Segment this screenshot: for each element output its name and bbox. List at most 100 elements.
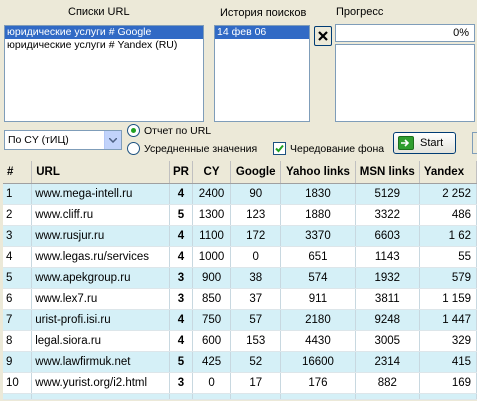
table-cell: 169 bbox=[419, 372, 477, 394]
table-cell: www.apekgroup.ru bbox=[31, 267, 171, 289]
table-cell: 4 bbox=[169, 246, 193, 268]
table-cell: 38 bbox=[230, 267, 282, 289]
url-list-item[interactable]: юридические услуги # Yandex (RU) bbox=[5, 39, 203, 52]
chevron-down-icon[interactable] bbox=[104, 131, 121, 149]
url-lists-listbox[interactable]: юридические услуги # Google юридические … bbox=[4, 25, 204, 122]
table-cell: 1 159 bbox=[419, 288, 477, 310]
table-cell: 2400 bbox=[192, 183, 232, 205]
url-list-item[interactable]: юридические услуги # Google bbox=[5, 26, 203, 39]
table-row[interactable]: 2 www.cliff.ru 5 1300 123 1880 3322 486 bbox=[3, 204, 477, 226]
alternating-background-checkbox[interactable]: Чередование фона bbox=[273, 142, 384, 155]
results-grid: # URL PR CY Google Yahoo links MSN links… bbox=[3, 161, 477, 400]
radio-checked-icon bbox=[127, 124, 140, 137]
table-cell: 52 bbox=[230, 351, 282, 373]
table-row[interactable]: 9 www.lawfirmuk.net 5 425 52 16600 2314 415 bbox=[3, 351, 477, 373]
table-cell: 1 447 bbox=[419, 309, 477, 331]
column-header[interactable]: CY bbox=[192, 161, 232, 184]
table-cell: 651 bbox=[280, 246, 356, 268]
column-header[interactable]: Google bbox=[230, 161, 282, 184]
table-cell bbox=[230, 393, 282, 400]
table-cell: 6603 bbox=[355, 225, 420, 247]
table-row[interactable]: 10 www.yurist.org/i2.html 3 0 17 176 882 169 bbox=[3, 372, 477, 394]
table-cell: 10 bbox=[3, 372, 33, 394]
table-cell: 486 bbox=[419, 204, 477, 226]
progress-bar: 0% bbox=[335, 24, 475, 42]
close-icon bbox=[318, 31, 328, 41]
results-grid-container[interactable]: # URL PR CY Google Yahoo links MSN links… bbox=[3, 161, 477, 401]
delete-history-button[interactable] bbox=[314, 26, 332, 46]
table-cell: www.lex7.ru bbox=[31, 288, 171, 310]
table-cell: 5 bbox=[3, 267, 33, 289]
table-cell bbox=[31, 393, 171, 400]
table-cell: 3 bbox=[3, 225, 33, 247]
table-cell: 1000 bbox=[192, 246, 232, 268]
table-cell: 3322 bbox=[355, 204, 420, 226]
table-cell: 1830 bbox=[280, 183, 356, 205]
table-cell bbox=[280, 393, 356, 400]
table-cell: 1 bbox=[3, 183, 33, 205]
progress-label: Прогресс bbox=[336, 6, 384, 18]
table-cell: 4 bbox=[169, 183, 193, 205]
table-cell: 3005 bbox=[355, 330, 420, 352]
table-cell: www.legas.ru/services bbox=[31, 246, 171, 268]
history-label: История поисков bbox=[220, 7, 307, 19]
table-cell: 17 bbox=[230, 372, 282, 394]
table-cell: 3811 bbox=[355, 288, 420, 310]
table-row[interactable]: 7 urist-profi.isi.ru 4 750 57 2180 9248 1 447 bbox=[3, 309, 477, 331]
column-header[interactable]: URL bbox=[31, 161, 171, 184]
table-cell: 579 bbox=[419, 267, 477, 289]
table-cell: 9 bbox=[3, 351, 33, 373]
start-button[interactable]: Start bbox=[393, 132, 456, 154]
table-cell: legal.siora.ru bbox=[31, 330, 171, 352]
table-cell: 2314 bbox=[355, 351, 420, 373]
table-row[interactable]: 8 legal.siora.ru 4 600 153 4430 3005 329 bbox=[3, 330, 477, 352]
table-cell bbox=[355, 393, 420, 400]
table-cell: 5129 bbox=[355, 183, 420, 205]
table-cell: 415 bbox=[419, 351, 477, 373]
table-cell bbox=[169, 393, 193, 400]
table-cell: www.rusjur.ru bbox=[31, 225, 171, 247]
table-cell: 153 bbox=[230, 330, 282, 352]
table-cell: 2180 bbox=[280, 309, 356, 331]
table-cell: 911 bbox=[280, 288, 356, 310]
table-row[interactable]: 1 www.mega-intell.ru 4 2400 90 1830 5129 2 252 bbox=[3, 183, 477, 205]
table-cell: 4430 bbox=[280, 330, 356, 352]
table-row-partial bbox=[3, 393, 477, 400]
radio-averaged-values[interactable]: Усредненные значения bbox=[127, 142, 257, 155]
table-row[interactable]: 6 www.lex7.ru 3 850 37 911 3811 1 159 bbox=[3, 288, 477, 310]
table-row[interactable]: 3 www.rusjur.ru 4 1100 172 3370 6603 1 62 bbox=[3, 225, 477, 247]
table-cell: www.cliff.ru bbox=[31, 204, 171, 226]
table-cell bbox=[192, 393, 232, 400]
table-row[interactable]: 5 www.apekgroup.ru 3 900 38 574 1932 579 bbox=[3, 267, 477, 289]
column-header[interactable]: Yahoo links bbox=[280, 161, 356, 184]
table-cell: 1932 bbox=[355, 267, 420, 289]
table-cell: 5 bbox=[169, 351, 193, 373]
table-cell: urist-profi.isi.ru bbox=[31, 309, 171, 331]
table-cell: www.yurist.org/i2.html bbox=[31, 372, 171, 394]
table-cell: 1100 bbox=[192, 225, 232, 247]
table-cell: 2 252 bbox=[419, 183, 477, 205]
table-cell: 329 bbox=[419, 330, 477, 352]
table-row[interactable]: 4 www.legas.ru/services 4 1000 0 651 1143 55 bbox=[3, 246, 477, 268]
table-cell: 3370 bbox=[280, 225, 356, 247]
next-button-edge[interactable] bbox=[472, 132, 477, 154]
column-header[interactable]: PR bbox=[169, 161, 193, 184]
table-cell: 123 bbox=[230, 204, 282, 226]
column-header[interactable]: MSN links bbox=[355, 161, 420, 184]
table-cell: 1143 bbox=[355, 246, 420, 268]
sort-select[interactable]: По CY (тИЦ) bbox=[4, 130, 122, 150]
table-cell: 3 bbox=[169, 267, 193, 289]
table-cell: 1 62 bbox=[419, 225, 477, 247]
history-listbox[interactable]: 14 фев 06 bbox=[214, 25, 310, 122]
table-cell: 3 bbox=[169, 372, 193, 394]
column-header[interactable]: Yandex bbox=[419, 161, 477, 184]
table-cell: 900 bbox=[192, 267, 232, 289]
table-cell: 16600 bbox=[280, 351, 356, 373]
table-cell: 55 bbox=[419, 246, 477, 268]
history-item[interactable]: 14 фев 06 bbox=[215, 26, 309, 39]
column-header[interactable]: # bbox=[3, 161, 33, 184]
grid-header-row: # URL PR CY Google Yahoo links MSN links… bbox=[3, 161, 477, 184]
table-cell: 4 bbox=[169, 225, 193, 247]
table-cell: 850 bbox=[192, 288, 232, 310]
radio-report-by-url[interactable]: Отчет по URL bbox=[127, 124, 211, 137]
